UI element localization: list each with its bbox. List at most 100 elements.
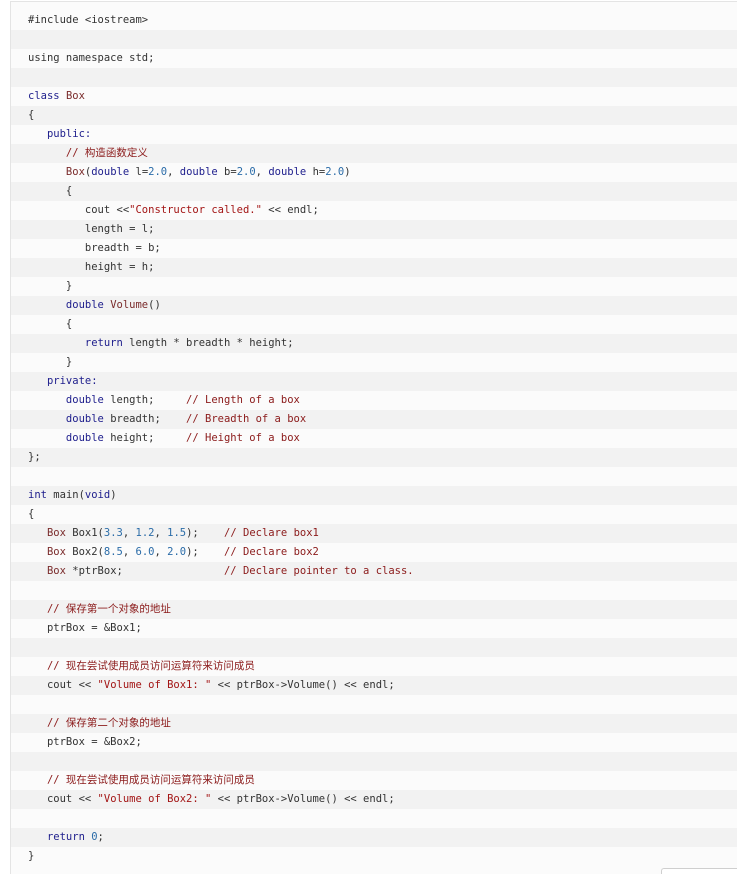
code-token: } [28,850,35,862]
code-token: double [28,394,111,406]
code-token: 3.3 [103,527,123,539]
code-token: ptrBox = &Box1; [28,622,142,634]
code-token: // Declare box1 [224,527,319,539]
code-token: "Volume of Box2: " [97,793,212,805]
code-lines: #include <iostream> using namespace std;… [11,11,737,866]
code-token: length = l; [28,223,155,235]
code-token: "Volume of Box1: " [97,679,212,691]
code-line: ptrBox = &Box1; [11,619,737,638]
code-token: Volume [110,299,149,311]
code-line: // 现在尝试使用成员访问运算符来访问成员 [11,771,737,790]
code-token: cout << [28,204,130,216]
code-line: using namespace std; [11,49,737,68]
code-line [11,30,737,49]
code-token: length; [110,394,187,406]
code-token: #include <iostream> [28,14,149,26]
code-token: return [28,337,130,349]
code-line: Box Box1(3.3, 1.2, 1.5); // Declare box1 [11,524,737,543]
code-token: , [154,527,168,539]
code-line: } [11,353,737,372]
code-token: // 构造函数定义 [28,147,148,159]
code-line [11,638,737,657]
code-line: breadth = b; [11,239,737,258]
code-line: cout << "Volume of Box1: " << ptrBox->Vo… [11,676,737,695]
code-token: << ptrBox->Volume() << endl; [211,793,395,805]
code-token: double [268,166,313,178]
code-line: double breadth; // Breadth of a box [11,410,737,429]
code-token: }; [28,451,41,463]
code-token: "Constructor called." [129,204,262,216]
code-token: 6.0 [135,546,155,558]
code-token: 2.0 [148,166,168,178]
code-token: 2.0 [236,166,256,178]
code-token: // 现在尝试使用成员访问运算符来访问成员 [28,660,255,672]
code-token: breadth; [110,413,187,425]
code-token: { [28,109,35,121]
code-line: public: [11,125,737,144]
code-token: , [255,166,269,178]
code-line: cout << "Volume of Box2: " << ptrBox->Vo… [11,790,737,809]
code-line: { [11,106,737,125]
code-token: double [91,166,136,178]
code-token: // 保存第二个对象的地址 [28,717,171,729]
code-token: 8.5 [103,546,123,558]
code-token: ) [110,489,117,501]
code-token: // Height of a box [186,432,300,444]
code-token: double [28,432,111,444]
code-token: , [167,166,180,178]
code-line: } [11,847,737,866]
code-line: { [11,505,737,524]
code-line: // 构造函数定义 [11,144,737,163]
code-token: Box1( [72,527,104,539]
code-token: { [28,508,35,520]
code-line: double Volume() [11,296,737,315]
code-line: double length; // Length of a box [11,391,737,410]
code-token: 1.5 [167,527,187,539]
code-line [11,752,737,771]
code-line: { [11,182,737,201]
code-token: Box [65,90,85,102]
code-token: ); [186,527,225,539]
code-token: public: [28,128,92,140]
code-token: using namespace std; [28,52,155,64]
code-line: Box *ptrBox; // Declare pointer to a cla… [11,562,737,581]
code-token: main( [53,489,85,501]
code-token: , [154,546,168,558]
code-token: height = h; [28,261,155,273]
code-token: // Length of a box [186,394,300,406]
code-line: ptrBox = &Box2; [11,733,737,752]
code-token: { [28,318,73,330]
code-token: return [28,831,92,843]
code-token: double [179,166,225,178]
code-token: () [148,299,161,311]
code-token: 1.2 [135,527,155,539]
code-line: double height; // Height of a box [11,429,737,448]
code-token: height; [110,432,187,444]
code-token: << endl; [261,204,319,216]
code-token: // Declare box2 [224,546,319,558]
code-line: #include <iostream> [11,11,737,30]
code-token: Box [28,565,73,577]
code-token: // Declare pointer to a class. [223,565,414,577]
corner-tab[interactable] [661,868,737,874]
code-token: l= [135,166,149,178]
code-token: double [28,413,111,425]
code-block: #include <iostream> using namespace std;… [10,1,737,874]
code-token: Box2( [72,546,104,558]
code-token: class [28,90,66,102]
code-token: double [28,299,111,311]
code-token: 2.0 [167,546,187,558]
code-line: // 现在尝试使用成员访问运算符来访问成员 [11,657,737,676]
code-token: private: [28,375,98,387]
code-line: return 0; [11,828,737,847]
code-line: return length * breadth * height; [11,334,737,353]
code-token: // Breadth of a box [186,413,307,425]
code-token: Box [28,527,73,539]
code-token: breadth = b; [28,242,161,254]
code-token: } [28,280,73,292]
code-token: // 现在尝试使用成员访问运算符来访问成员 [28,774,255,786]
